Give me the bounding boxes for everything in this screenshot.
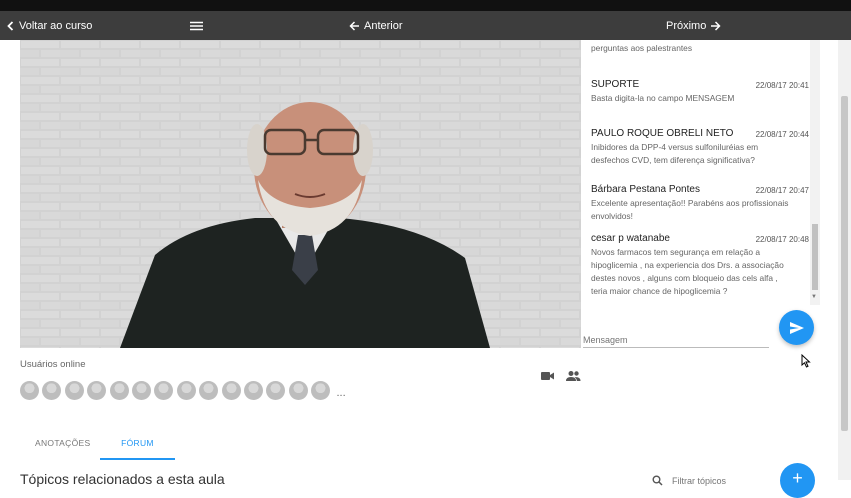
avatar[interactable] — [311, 381, 331, 400]
avatar[interactable] — [243, 381, 263, 400]
chat-message: cesar p watanabe 22/08/17 20:48 Novos fa… — [591, 233, 809, 298]
tab-forum[interactable]: FÓRUM — [100, 432, 175, 460]
window-top-strip — [0, 0, 851, 11]
chat-message-text: Excelente apresentação!! Parabéns aos pr… — [591, 198, 789, 221]
chat-message: PAULO ROQUE OBRELI NETO 22/08/17 20:44 I… — [591, 128, 809, 167]
arrow-right-icon — [711, 20, 721, 31]
avatar[interactable] — [131, 381, 151, 400]
add-topic-button[interactable]: + — [780, 463, 815, 498]
avatar[interactable] — [221, 381, 241, 400]
online-users-list: ... — [20, 381, 346, 401]
online-users-label: Usuários online — [20, 359, 86, 370]
avatar[interactable] — [199, 381, 219, 400]
avatar[interactable] — [20, 381, 39, 400]
avatar[interactable] — [288, 381, 308, 400]
chat-message: perguntas aos palestrantes — [591, 40, 796, 55]
related-topics-heading: Tópicos relacionados a esta aula — [20, 471, 225, 487]
more-users-ellipsis[interactable]: ... — [336, 381, 345, 401]
chat-message-time: 22/08/17 20:44 — [755, 130, 809, 139]
chat-scrollbar[interactable]: ▼ — [810, 40, 820, 305]
videocam-icon[interactable] — [541, 370, 555, 382]
avatar[interactable] — [64, 381, 84, 400]
mouse-cursor-icon — [801, 354, 811, 368]
people-icon[interactable] — [566, 370, 581, 382]
chat-message-text: Inibidores da DPP-4 versus sulfoniluréia… — [591, 142, 759, 165]
menu-button[interactable] — [190, 11, 203, 40]
chat-message-text: perguntas aos palestrantes — [591, 43, 693, 53]
chat-scroll-down-arrow[interactable]: ▼ — [811, 294, 817, 300]
chat-message-time: 22/08/17 20:47 — [755, 186, 809, 195]
video-player[interactable] — [20, 40, 581, 348]
avatar[interactable] — [176, 381, 196, 400]
search-icon — [652, 475, 663, 486]
chat-message-text: Novos farmacos tem segurança em relação … — [591, 247, 784, 296]
send-message-button[interactable] — [779, 310, 814, 345]
previous-lesson-label: Anterior — [364, 19, 403, 32]
video-frame — [20, 40, 581, 348]
menu-icon — [190, 21, 203, 30]
tab-notes[interactable]: ANOTAÇÕES — [35, 432, 90, 460]
chat-panel: perguntas aos palestrantes SUPORTE 22/08… — [581, 40, 821, 308]
next-lesson-label: Próximo — [666, 19, 707, 32]
avatar[interactable] — [109, 381, 129, 400]
avatar[interactable] — [87, 381, 107, 400]
send-icon — [789, 321, 804, 334]
chat-scrollbar-thumb[interactable] — [812, 224, 818, 290]
previous-lesson-button[interactable]: Anterior — [349, 11, 403, 40]
page-scrollbar[interactable] — [838, 40, 851, 480]
filter-topics-input[interactable] — [672, 474, 752, 488]
avatar[interactable] — [154, 381, 174, 400]
chat-message-time: 22/08/17 20:48 — [755, 235, 809, 244]
chat-message-text: Basta digita-la no campo MENSAGEM — [591, 93, 735, 103]
page-scrollbar-thumb[interactable] — [841, 96, 848, 431]
chat-message: Bárbara Pestana Pontes 22/08/17 20:47 Ex… — [591, 184, 809, 223]
chat-message: SUPORTE 22/08/17 20:41 Basta digita-la n… — [591, 79, 809, 105]
message-input[interactable] — [583, 332, 769, 348]
chevron-left-icon — [7, 20, 14, 31]
back-to-course-label: Voltar ao curso — [19, 19, 93, 32]
chat-message-time: 22/08/17 20:41 — [755, 81, 809, 90]
avatar[interactable] — [266, 381, 286, 400]
next-lesson-button[interactable]: Próximo — [666, 11, 721, 40]
course-navbar: Voltar ao curso Anterior Próximo — [0, 11, 851, 40]
back-to-course-link[interactable]: Voltar ao curso — [6, 11, 92, 40]
avatar[interactable] — [42, 381, 62, 400]
arrow-left-icon — [349, 20, 359, 31]
